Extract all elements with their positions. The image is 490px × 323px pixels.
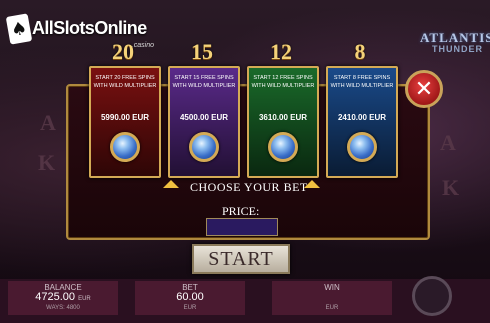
background-symbol: K — [442, 175, 460, 200]
free-spins-badge: 20 — [112, 39, 134, 64]
background-symbol: A — [440, 130, 456, 155]
close-icon: ✕ — [414, 76, 434, 101]
bet-option-text: START 20 FREE SPINS WITH WILD MULTIPLIER — [93, 75, 157, 89]
start-button[interactable]: START — [192, 244, 290, 274]
bet-option-text: START 12 FREE SPINS WITH WILD MULTIPLIER — [251, 75, 315, 89]
bet-display[interactable]: BET 60.00 EUR — [135, 281, 245, 315]
win-unit: EUR — [325, 305, 339, 311]
balance-value: 4725.00 EUR — [8, 291, 118, 303]
bet-unit: EUR — [183, 305, 197, 311]
bet-option-price: 3610.00 EUR — [258, 113, 308, 122]
gem-button-icon[interactable] — [110, 132, 140, 162]
choose-bet-label: CHOOSE YOUR BET — [190, 180, 308, 194]
chevron-up-icon[interactable] — [163, 180, 179, 188]
balance-amount: 4725.00 — [35, 291, 76, 303]
bet-option-20[interactable]: START 20 FREE SPINS WITH WILD MULTIPLIER… — [89, 66, 161, 178]
win-label: WIN — [324, 283, 340, 292]
spade-icon: ♠ — [5, 13, 33, 45]
balance-display: BALANCE 4725.00 EUR WAYS: 4800 — [8, 281, 118, 315]
bet-option-price: 5990.00 EUR — [100, 113, 150, 122]
background-symbol: K — [38, 150, 56, 175]
win-display: WIN EUR — [272, 281, 392, 315]
spin-button[interactable] — [412, 276, 452, 316]
gem-button-icon[interactable] — [268, 132, 298, 162]
bet-option-price: 4500.00 EUR — [179, 113, 229, 122]
price-display — [206, 218, 278, 236]
free-spins-badge: 15 — [191, 39, 213, 64]
ways-label: WAYS: 4800 — [46, 305, 80, 311]
bet-option-text: START 15 FREE SPINS WITH WILD MULTIPLIER — [172, 75, 236, 89]
free-spins-badge: 12 — [270, 39, 292, 64]
balance-unit: EUR — [78, 296, 91, 302]
price-label: PRICE: — [222, 204, 260, 218]
game-subtitle: THUNDER — [432, 44, 483, 54]
bet-option-15[interactable]: START 15 FREE SPINS WITH WILD MULTIPLIER… — [168, 66, 240, 178]
free-spins-badge: 8 — [354, 39, 366, 64]
chevron-up-icon[interactable] — [304, 180, 320, 188]
bet-option-12[interactable]: START 12 FREE SPINS WITH WILD MULTIPLIER… — [247, 66, 319, 178]
gem-button-icon[interactable] — [347, 132, 377, 162]
bet-option-8[interactable]: START 8 FREE SPINS WITH WILD MULTIPLIER … — [326, 66, 398, 178]
background-symbol: A — [40, 110, 56, 135]
gem-button-icon[interactable] — [189, 132, 219, 162]
bet-option-price: 2410.00 EUR — [337, 113, 387, 122]
close-button[interactable]: ✕ — [405, 70, 443, 108]
bet-value: 60.00 — [176, 291, 204, 303]
bet-option-text: START 8 FREE SPINS WITH WILD MULTIPLIER — [330, 75, 394, 89]
